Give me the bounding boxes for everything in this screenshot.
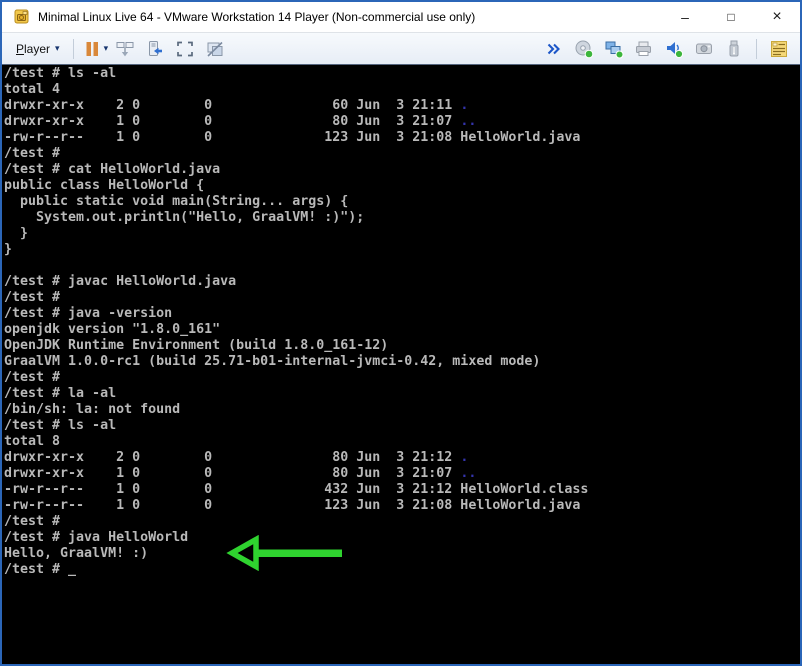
terminal-line: -rw-r--r-- 1 0 0 123 Jun 3 21:08 HelloWo…: [4, 130, 800, 146]
toolbar-right-group: [539, 37, 794, 61]
unity-mode-button[interactable]: [202, 37, 228, 61]
toolbar-separator: [73, 39, 74, 59]
terminal-line: /test # ls -al: [4, 418, 800, 434]
window-controls: – □ ×: [662, 2, 800, 32]
terminal-line: /test #: [4, 370, 800, 386]
terminal-line: /test #: [4, 514, 800, 530]
player-menu-label: Player: [16, 42, 50, 56]
usb-device-button[interactable]: [721, 37, 747, 61]
terminal-line: GraalVM 1.0.0-rc1 (build 25.71-b01-inter…: [4, 354, 800, 370]
terminal-line: total 4: [4, 82, 800, 98]
terminal-line: drwxr-xr-x 2 0 0 80 Jun 3 21:12 .: [4, 450, 800, 466]
terminal-screen[interactable]: /test # ls -altotal 4drwxr-xr-x 2 0 0 60…: [2, 65, 800, 666]
terminal-line: openjdk version "1.8.0_161": [4, 322, 800, 338]
terminal-line: /test # _: [4, 562, 800, 578]
terminal-line: /test # javac HelloWorld.java: [4, 274, 800, 290]
terminal-line: [4, 258, 800, 274]
terminal-line: }: [4, 226, 800, 242]
sound-button[interactable]: [661, 37, 687, 61]
terminal-line: -rw-r--r-- 1 0 0 123 Jun 3 21:08 HelloWo…: [4, 498, 800, 514]
network-adapter-icon: [604, 39, 624, 59]
terminal-line: /test # ls -al: [4, 66, 800, 82]
terminal-line: /test # la -al: [4, 386, 800, 402]
toolbar-separator: [756, 39, 757, 59]
library-panel-icon: [769, 39, 789, 59]
library-panel-button[interactable]: [766, 37, 792, 61]
terminal-line: public static void main(String... args) …: [4, 194, 800, 210]
send-ctrl-alt-del-button[interactable]: [112, 37, 138, 61]
terminal-line: /test #: [4, 146, 800, 162]
toolbar: Player ▾ ▾: [2, 32, 800, 65]
maximize-button[interactable]: □: [708, 2, 754, 32]
terminal-line: System.out.println("Hello, GraalVM! :)")…: [4, 210, 800, 226]
printer-button[interactable]: [631, 37, 657, 61]
terminal-line: /test #: [4, 290, 800, 306]
terminal-line: drwxr-xr-x 2 0 0 60 Jun 3 21:11 .: [4, 98, 800, 114]
minimize-button[interactable]: –: [662, 2, 708, 32]
terminal-line: -rw-r--r-- 1 0 0 432 Jun 3 21:12 HelloWo…: [4, 482, 800, 498]
terminal-line: /test # cat HelloWorld.java: [4, 162, 800, 178]
pause-icon: [83, 40, 101, 58]
vmware-player-icon: [14, 9, 30, 25]
terminal-line: /test # java HelloWorld: [4, 530, 800, 546]
close-button[interactable]: ×: [754, 2, 800, 32]
unity-icon: [205, 39, 225, 59]
terminal-line: /test # java -version: [4, 306, 800, 322]
terminal-line: drwxr-xr-x 1 0 0 80 Jun 3 21:07 ..: [4, 466, 800, 482]
chevron-down-icon: ▾: [55, 44, 60, 53]
power-pause-button[interactable]: ▾: [83, 40, 109, 58]
terminal-line: drwxr-xr-x 1 0 0 80 Jun 3 21:07 ..: [4, 114, 800, 130]
webcam-button[interactable]: [691, 37, 717, 61]
printer-icon: [634, 39, 654, 59]
network-adapter-button[interactable]: [601, 37, 627, 61]
virtual-devices-icon: [145, 39, 165, 59]
terminal-line: }: [4, 242, 800, 258]
webcam-icon: [694, 39, 714, 59]
minimize-icon: –: [681, 12, 689, 22]
maximize-icon: □: [727, 10, 734, 24]
terminal-line: public class HelloWorld {: [4, 178, 800, 194]
terminal-line: Hello, GraalVM! :): [4, 546, 800, 562]
window-title: Minimal Linux Live 64 - VMware Workstati…: [38, 10, 475, 24]
title-bar: Minimal Linux Live 64 - VMware Workstati…: [2, 2, 800, 32]
fullscreen-icon: [175, 39, 195, 59]
terminal-line: total 8: [4, 434, 800, 450]
overflow-chevrons-icon: [546, 41, 562, 57]
cd-drive-button[interactable]: [571, 37, 597, 61]
virtual-devices-button[interactable]: [142, 37, 168, 61]
sound-icon: [664, 39, 684, 59]
cd-drive-icon: [574, 39, 594, 59]
player-menu-button[interactable]: Player ▾: [10, 39, 66, 59]
vmware-player-window: Minimal Linux Live 64 - VMware Workstati…: [0, 0, 802, 666]
chevron-down-icon: ▾: [104, 44, 109, 53]
overflow-chevrons-button[interactable]: [541, 37, 567, 61]
fullscreen-button[interactable]: [172, 37, 198, 61]
terminal-line: OpenJDK Runtime Environment (build 1.8.0…: [4, 338, 800, 354]
usb-device-icon: [724, 39, 744, 59]
close-icon: ×: [772, 8, 781, 26]
send-ctrl-alt-del-icon: [115, 39, 135, 59]
terminal-line: /bin/sh: la: not found: [4, 402, 800, 418]
